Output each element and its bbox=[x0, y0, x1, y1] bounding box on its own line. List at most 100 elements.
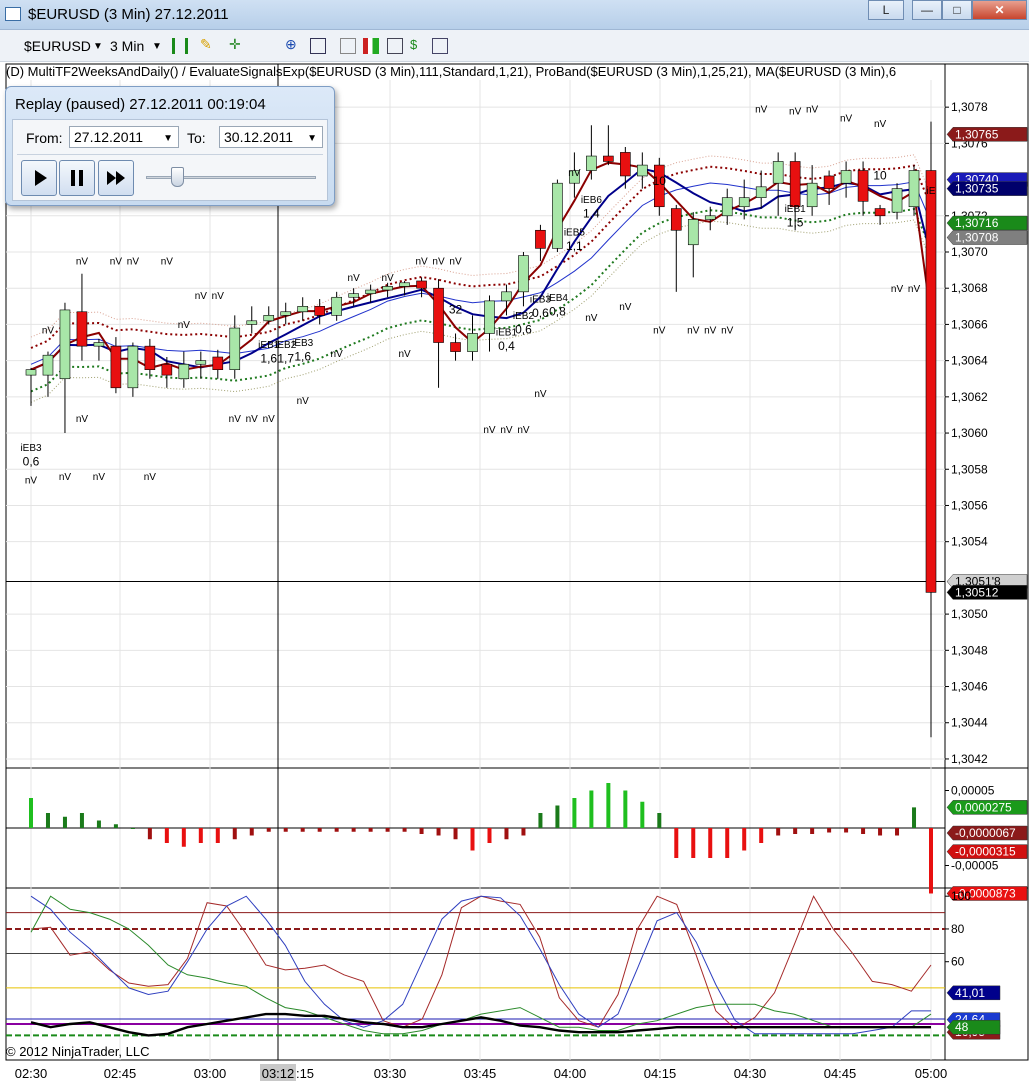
replay-speed-slider[interactable] bbox=[170, 167, 184, 187]
candle-body bbox=[789, 161, 801, 208]
candle-body bbox=[365, 289, 376, 294]
signal-label: 0,6 bbox=[515, 322, 532, 336]
from-date-select[interactable]: 27.12.2011 ▼ bbox=[69, 126, 179, 148]
crosshair-icon[interactable]: ✛ bbox=[229, 36, 245, 52]
time-tick-label: 04:00 bbox=[554, 1066, 587, 1081]
zoom-icon[interactable]: ⊕ bbox=[285, 36, 301, 52]
fast-forward-button[interactable] bbox=[98, 160, 134, 196]
maximize-button[interactable]: □ bbox=[942, 0, 972, 20]
dollar-icon[interactable]: $ bbox=[410, 37, 426, 53]
play-button[interactable] bbox=[21, 160, 57, 196]
osc-tick-label: -0,00005 bbox=[951, 859, 999, 873]
nv-marker: nV bbox=[653, 325, 666, 336]
nv-marker: nV bbox=[42, 325, 55, 336]
pause-button[interactable] bbox=[59, 160, 95, 196]
candle-body bbox=[484, 300, 495, 334]
nv-marker: nV bbox=[348, 273, 361, 284]
minimize-button[interactable]: — bbox=[912, 0, 942, 20]
replay-panel: Replay (paused) 27.12.2011 00:19:04 From… bbox=[5, 86, 335, 206]
bar-style-icon[interactable] bbox=[172, 38, 188, 54]
signal-label: 0,6 bbox=[23, 455, 40, 469]
osc-value-label: -0,0000067 bbox=[955, 826, 1016, 840]
candle-body bbox=[110, 345, 122, 389]
close-button[interactable]: ✕ bbox=[972, 0, 1027, 20]
stochastic-tick-label: 60 bbox=[951, 955, 965, 969]
candle-body bbox=[314, 306, 325, 316]
line-chart-icon[interactable] bbox=[387, 38, 403, 54]
time-tick-label: 02:30 bbox=[15, 1066, 48, 1081]
pause-icon bbox=[71, 170, 83, 186]
nv-marker: nV bbox=[195, 291, 208, 302]
signal-label: iEB1 bbox=[785, 204, 807, 215]
to-date-select[interactable]: 30.12.2011 ▼ bbox=[219, 126, 323, 148]
candle-body bbox=[772, 161, 784, 184]
osc-bar bbox=[198, 828, 203, 843]
time-tick-label: 03:12 bbox=[262, 1066, 295, 1081]
nv-marker: nV bbox=[908, 284, 921, 295]
price-tick-label: 1,3068 bbox=[951, 281, 988, 295]
instrument-dropdown-icon[interactable]: ▼ bbox=[93, 41, 103, 52]
candle-body bbox=[840, 170, 852, 184]
nv-marker: nV bbox=[110, 257, 123, 268]
osc-bar bbox=[929, 828, 933, 894]
nv-marker: nV bbox=[891, 284, 904, 295]
interval-selector[interactable]: 3 Min bbox=[110, 38, 144, 54]
indicator-list: (D) MultiTF2WeeksAndDaily() / EvaluateSi… bbox=[6, 64, 897, 79]
nv-marker: nV bbox=[398, 349, 411, 360]
candle-body bbox=[806, 182, 818, 208]
interval-dropdown-icon[interactable]: ▼ bbox=[152, 41, 162, 52]
osc-bar bbox=[810, 828, 815, 834]
candle-body bbox=[297, 306, 308, 313]
order-icon[interactable] bbox=[432, 38, 448, 54]
price-tick-label: 1,3058 bbox=[951, 462, 988, 476]
osc-bar bbox=[266, 828, 271, 832]
candle-body bbox=[925, 170, 937, 593]
osc-bar bbox=[300, 828, 305, 832]
candle-body bbox=[467, 333, 478, 352]
fast-forward-icon bbox=[107, 171, 125, 185]
nv-marker: nV bbox=[432, 257, 445, 268]
bar-chart-icon[interactable] bbox=[363, 38, 379, 54]
osc-bar bbox=[691, 828, 696, 858]
signal-label: iEB6 bbox=[581, 195, 603, 206]
signal-label: 1,7 bbox=[277, 351, 294, 365]
osc-bar bbox=[487, 828, 492, 843]
osc-bar bbox=[555, 805, 560, 828]
candle-body bbox=[348, 293, 359, 298]
osc-bar bbox=[759, 828, 764, 843]
osc-bar bbox=[793, 828, 798, 834]
candle-body bbox=[501, 291, 512, 302]
nv-marker: nV bbox=[704, 325, 717, 336]
osc-bar bbox=[895, 828, 900, 836]
osc-bar bbox=[708, 828, 713, 858]
candle-body bbox=[704, 215, 716, 220]
link-button[interactable]: L bbox=[868, 0, 904, 20]
osc-bar bbox=[45, 813, 50, 828]
nv-marker: nV bbox=[568, 168, 581, 179]
nv-marker: nV bbox=[517, 425, 530, 436]
signal-label: 32 bbox=[449, 303, 463, 317]
price-label: 1,30512 bbox=[955, 585, 999, 599]
osc-bar bbox=[181, 828, 186, 847]
candle-body bbox=[755, 186, 767, 198]
candle-body bbox=[670, 208, 682, 231]
price-tick-label: 1,3044 bbox=[951, 716, 988, 730]
candle-body bbox=[552, 182, 563, 249]
data-box-icon[interactable] bbox=[310, 38, 326, 54]
price-tick-label: 1,3060 bbox=[951, 426, 988, 440]
time-tick-label: :15 bbox=[296, 1066, 314, 1081]
nv-marker: nV bbox=[59, 472, 72, 483]
instrument-selector[interactable]: $EURUSD bbox=[24, 38, 91, 54]
candle-body bbox=[229, 327, 241, 370]
price-tick-label: 1,3054 bbox=[951, 535, 988, 549]
osc-bar bbox=[470, 828, 475, 851]
osc-bar bbox=[878, 828, 883, 836]
pencil-icon[interactable]: ✎ bbox=[200, 36, 216, 52]
osc-bar bbox=[436, 828, 441, 836]
properties-icon[interactable] bbox=[340, 38, 356, 54]
candle-body bbox=[891, 188, 903, 213]
osc-bar bbox=[657, 813, 662, 828]
play-icon bbox=[35, 170, 47, 186]
time-tick-label: 05:00 bbox=[915, 1066, 948, 1081]
candle-body bbox=[246, 320, 258, 325]
